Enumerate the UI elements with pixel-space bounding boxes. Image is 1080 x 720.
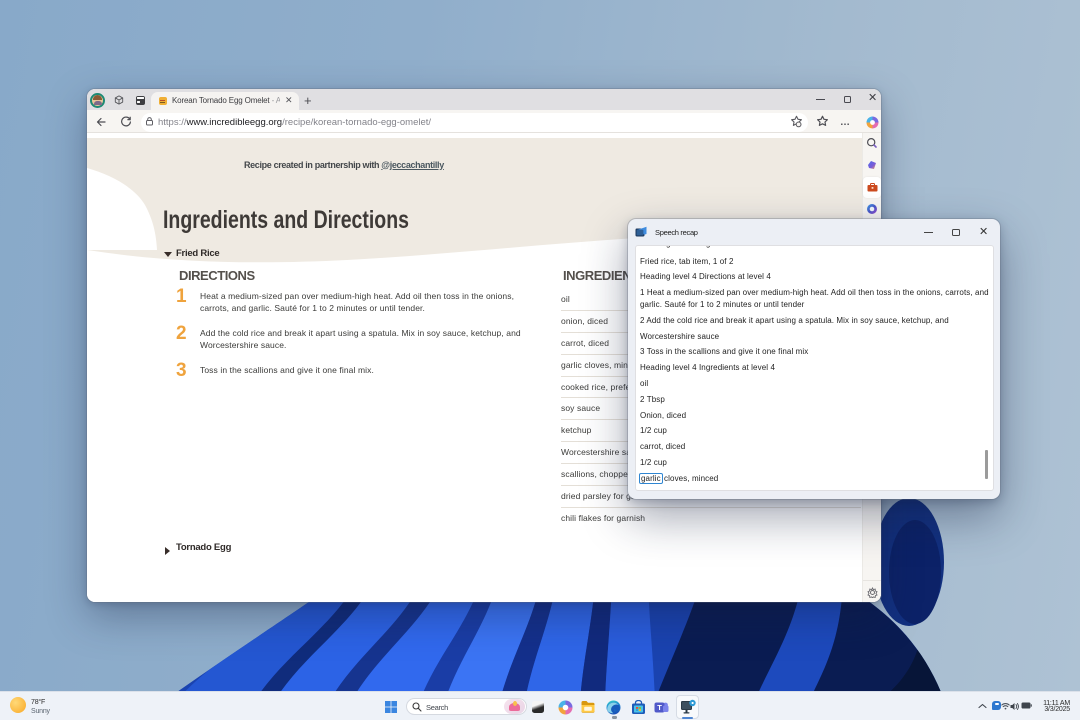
svg-text:T: T: [657, 703, 662, 712]
